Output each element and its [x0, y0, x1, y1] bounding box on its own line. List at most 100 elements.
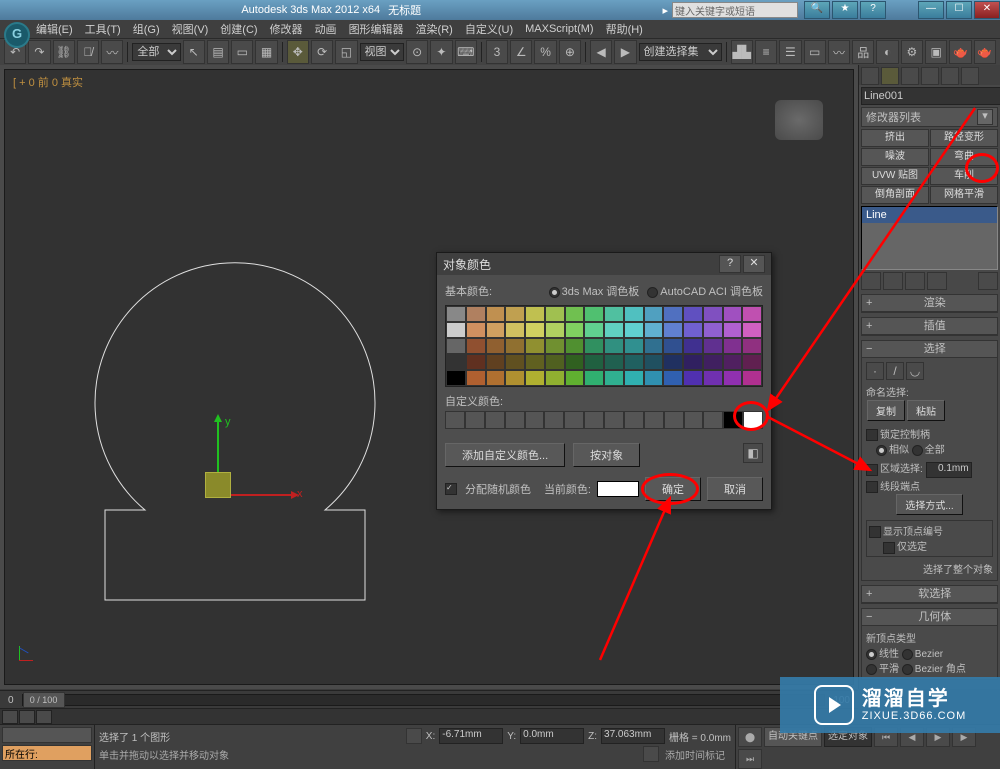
palette-swatch[interactable]	[624, 354, 644, 370]
menu-view[interactable]: 视图(V)	[166, 21, 215, 37]
vtype-bezier-radio[interactable]	[902, 649, 913, 660]
palette-swatch[interactable]	[604, 322, 624, 338]
palette-swatch[interactable]	[525, 370, 545, 386]
palette-swatch[interactable]	[486, 338, 506, 354]
select-region-icon[interactable]: ▭	[231, 40, 253, 64]
palette-swatch[interactable]	[663, 322, 683, 338]
align-icon[interactable]: ≡	[755, 40, 777, 64]
tab-motion-icon[interactable]	[921, 67, 939, 85]
palette-swatch[interactable]	[604, 354, 624, 370]
custom-swatch[interactable]	[525, 411, 545, 429]
mod-meshsmooth[interactable]: 网格平滑	[930, 186, 998, 204]
custom-swatch[interactable]	[624, 411, 644, 429]
palette-swatch[interactable]	[525, 338, 545, 354]
dialog-help-icon[interactable]: ?	[719, 255, 741, 273]
layer-manager-icon[interactable]: ☰	[779, 40, 801, 64]
percent-snap-icon[interactable]: %	[534, 40, 556, 64]
palette-swatch[interactable]	[683, 354, 703, 370]
palette-swatch[interactable]	[466, 306, 486, 322]
palette-swatch[interactable]	[505, 306, 525, 322]
palette-swatch[interactable]	[604, 338, 624, 354]
paste-button[interactable]: 粘贴	[907, 400, 945, 421]
subobj-segment-icon[interactable]: /	[886, 362, 904, 380]
lock-handles-check[interactable]	[866, 429, 878, 441]
schematic-view-icon[interactable]: 品	[852, 40, 874, 64]
palette-swatch[interactable]	[703, 322, 723, 338]
color-picker-icon[interactable]: ◧	[743, 443, 763, 463]
tab-create-icon[interactable]	[861, 67, 879, 85]
palette-swatch[interactable]	[545, 306, 565, 322]
trackbar-filter-icon[interactable]	[19, 710, 35, 724]
palette-swatch[interactable]	[545, 338, 565, 354]
select-object-icon[interactable]: ↖	[183, 40, 205, 64]
palette-swatch[interactable]	[742, 338, 762, 354]
coord-y[interactable]: 0.0mm	[520, 728, 584, 744]
palette-swatch[interactable]	[565, 354, 585, 370]
time-slider[interactable]: 0 / 100	[22, 694, 826, 706]
palette-swatch[interactable]	[505, 322, 525, 338]
viewport-label[interactable]: [ + 0 前 0 真实	[13, 74, 83, 90]
palette-swatch[interactable]	[604, 370, 624, 386]
pivot-center-icon[interactable]: ⊙	[406, 40, 428, 64]
menu-edit[interactable]: 编辑(E)	[30, 21, 79, 37]
help-search-input[interactable]: 键入关键字或短语	[672, 2, 798, 18]
palette-3dsmax-radio[interactable]	[549, 287, 560, 298]
palette-swatch[interactable]	[683, 306, 703, 322]
palette-swatch[interactable]	[644, 338, 664, 354]
palette-swatch[interactable]	[525, 322, 545, 338]
link-icon[interactable]: ⛓	[53, 40, 75, 64]
palette-swatch[interactable]	[505, 338, 525, 354]
select-rotate-icon[interactable]: ⟳	[311, 40, 333, 64]
mod-bend[interactable]: 弯曲	[930, 148, 998, 166]
tab-display-icon[interactable]	[941, 67, 959, 85]
goto-end-icon[interactable]: ⏭	[738, 749, 762, 769]
palette-swatch[interactable]	[446, 354, 466, 370]
palette-swatch[interactable]	[525, 306, 545, 322]
selection-filter-dropdown[interactable]: 全部	[132, 43, 180, 61]
vtype-bezcorner-radio[interactable]	[902, 664, 913, 675]
custom-swatch[interactable]	[703, 411, 723, 429]
show-vnum-check[interactable]	[869, 526, 881, 538]
add-time-tag[interactable]: 添加时间标记	[665, 747, 725, 762]
palette-swatch[interactable]	[624, 322, 644, 338]
all-radio[interactable]	[912, 445, 923, 456]
custom-swatch[interactable]	[684, 411, 704, 429]
coord-x[interactable]: -6.71mm	[439, 728, 503, 744]
palette-swatch[interactable]	[466, 322, 486, 338]
palette-swatch[interactable]	[466, 338, 486, 354]
palette-swatch[interactable]	[446, 322, 466, 338]
rendered-frame-icon[interactable]: ▣	[925, 40, 947, 64]
sel-method-button[interactable]: 选择方式...	[896, 494, 962, 515]
only-sel-check[interactable]	[883, 542, 895, 554]
tab-utilities-icon[interactable]	[961, 67, 979, 85]
dialog-close-icon[interactable]: ✕	[743, 255, 765, 273]
stack-configure-icon[interactable]	[978, 272, 998, 290]
palette-swatch[interactable]	[486, 370, 506, 386]
palette-swatch[interactable]	[446, 306, 466, 322]
set-key-icon[interactable]: ⬤	[738, 727, 762, 747]
palette-swatch[interactable]	[683, 370, 703, 386]
palette-swatch[interactable]	[663, 338, 683, 354]
custom-swatch[interactable]	[604, 411, 624, 429]
stack-item-line[interactable]: Line	[862, 207, 997, 223]
menu-customize[interactable]: 自定义(U)	[459, 21, 519, 37]
palette-swatch[interactable]	[565, 322, 585, 338]
palette-swatch[interactable]	[703, 338, 723, 354]
palette-swatch[interactable]	[644, 306, 664, 322]
mod-pathdeform[interactable]: 路径变形	[930, 129, 998, 147]
minimize-button[interactable]: —	[918, 1, 944, 19]
palette-swatch[interactable]	[703, 370, 723, 386]
tab-hierarchy-icon[interactable]	[901, 67, 919, 85]
menu-tools[interactable]: 工具(T)	[79, 21, 127, 37]
palette-swatch[interactable]	[486, 322, 506, 338]
stack-pin-icon[interactable]	[861, 272, 881, 290]
menu-group[interactable]: 组(G)	[127, 21, 166, 37]
palette-swatch[interactable]	[723, 338, 743, 354]
render-iterative-icon[interactable]: 🫖	[974, 40, 996, 64]
menu-create[interactable]: 创建(C)	[214, 21, 263, 37]
trackbar-key-icon[interactable]	[36, 710, 52, 724]
mini-listener[interactable]: 所在行:	[0, 725, 95, 769]
selection-lock-icon[interactable]	[406, 728, 422, 744]
palette-swatch[interactable]	[545, 370, 565, 386]
palette-swatch[interactable]	[584, 306, 604, 322]
